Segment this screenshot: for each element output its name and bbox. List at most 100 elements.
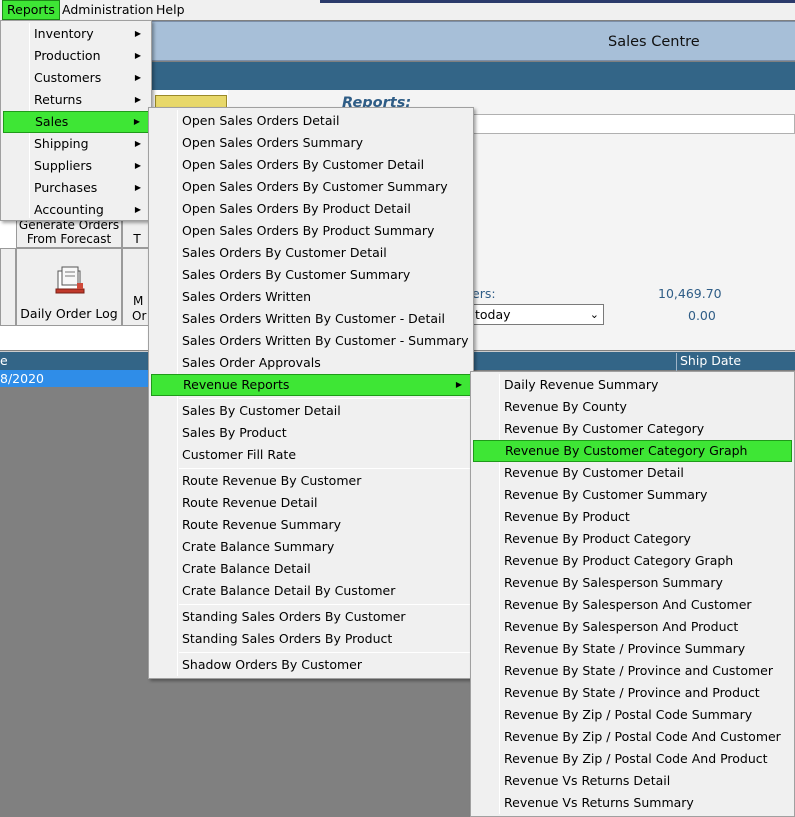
menu-item-standing-sales-orders-by-product[interactable]: Standing Sales Orders By Product [151, 628, 471, 650]
submenu-arrow-icon: ▶ [134, 139, 141, 148]
stat-label: ers: [472, 286, 496, 301]
menu-item-label: Revenue By State / Province and Product [504, 685, 760, 700]
menu-item-label: Route Revenue Summary [182, 517, 342, 532]
menu-item-label: Revenue By Salesperson Summary [504, 575, 723, 590]
menu-item-label: Open Sales Orders By Product Summary [182, 223, 435, 238]
menu-item-label: Revenue By Zip / Postal Code And Product [504, 751, 768, 766]
menu-item-production[interactable]: Production ▶ [3, 45, 149, 67]
menu-item-sales-orders-written-by-customer-detail[interactable]: Sales Orders Written By Customer - Detai… [151, 308, 471, 330]
menu-item-label: Shadow Orders By Customer [182, 657, 362, 672]
menu-item-label: Revenue By Product Category Graph [504, 553, 734, 568]
menu-item-label: Revenue Vs Returns Detail [504, 773, 671, 788]
menu-item-suppliers[interactable]: Suppliers ▶ [3, 155, 149, 177]
menu-item-open-sales-orders-by-customer-summary[interactable]: Open Sales Orders By Customer Summary [151, 176, 471, 198]
menu-item-revenue-by-salesperson-summary[interactable]: Revenue By Salesperson Summary [473, 572, 792, 594]
menu-help[interactable]: Help [152, 0, 189, 20]
menu-bar-accent [320, 0, 795, 3]
menu-item-revenue-by-customer-summary[interactable]: Revenue By Customer Summary [473, 484, 792, 506]
menu-item-label: Sales Orders By Customer Summary [182, 267, 411, 282]
menu-item-route-revenue-by-customer[interactable]: Route Revenue By Customer [151, 470, 471, 492]
menu-item-sales-by-product[interactable]: Sales By Product [151, 422, 471, 444]
grid-col-ship-date[interactable]: Ship Date [676, 353, 795, 371]
menu-item-sales[interactable]: Sales ▶ [3, 111, 149, 133]
menu-item-open-sales-orders-by-customer-detail[interactable]: Open Sales Orders By Customer Detail [151, 154, 471, 176]
menu-item-revenue-vs-returns-summary[interactable]: Revenue Vs Returns Summary [473, 792, 792, 814]
menu-item-sales-orders-written[interactable]: Sales Orders Written [151, 286, 471, 308]
menu-item-revenue-by-product-category-graph[interactable]: Revenue By Product Category Graph [473, 550, 792, 572]
menu-item-crate-balance-detail[interactable]: Crate Balance Detail [151, 558, 471, 580]
menu-item-customers[interactable]: Customers ▶ [3, 67, 149, 89]
menu-item-revenue-by-customer-detail[interactable]: Revenue By Customer Detail [473, 462, 792, 484]
menu-item-label: Suppliers [34, 158, 93, 173]
menu-item-revenue-by-state-province-and-product[interactable]: Revenue By State / Province and Product [473, 682, 792, 704]
menu-item-revenue-by-state-province-and-customer[interactable]: Revenue By State / Province and Customer [473, 660, 792, 682]
menu-item-sales-orders-written-by-customer-summary[interactable]: Sales Orders Written By Customer - Summa… [151, 330, 471, 352]
or-fragment: Or [132, 309, 147, 323]
menu-item-shipping[interactable]: Shipping ▶ [3, 133, 149, 155]
menu-item-inventory[interactable]: Inventory ▶ [3, 23, 149, 45]
menu-item-revenue-by-customer-category-graph[interactable]: Revenue By Customer Category Graph [473, 440, 792, 462]
menu-bar: Reports Administration Help [0, 0, 795, 20]
menu-item-label: Sales Order Approvals [182, 355, 321, 370]
menu-item-customer-fill-rate[interactable]: Customer Fill Rate [151, 444, 471, 466]
menu-item-label: Crate Balance Detail By Customer [182, 583, 396, 598]
menu-administration[interactable]: Administration [58, 0, 157, 20]
menu-item-revenue-by-product-category[interactable]: Revenue By Product Category [473, 528, 792, 550]
menu-item-revenue-reports[interactable]: Revenue Reports ▶ [151, 374, 471, 396]
menu-item-revenue-by-zip-postal-code-and-customer[interactable]: Revenue By Zip / Postal Code And Custome… [473, 726, 792, 748]
menu-item-purchases[interactable]: Purchases ▶ [3, 177, 149, 199]
menu-item-revenue-by-state-province-summary[interactable]: Revenue By State / Province Summary [473, 638, 792, 660]
menu-item-revenue-by-salesperson-and-customer[interactable]: Revenue By Salesperson And Customer [473, 594, 792, 616]
date-range-select[interactable]: today ⌄ [466, 304, 604, 325]
menu-item-crate-balance-summary[interactable]: Crate Balance Summary [151, 536, 471, 558]
grid-col-fragment[interactable]: e [0, 353, 8, 368]
menu-item-sales-orders-by-customer-summary[interactable]: Sales Orders By Customer Summary [151, 264, 471, 286]
menu-item-sales-by-customer-detail[interactable]: Sales By Customer Detail [151, 400, 471, 422]
menu-item-revenue-by-customer-category[interactable]: Revenue By Customer Category [473, 418, 792, 440]
menu-item-route-revenue-detail[interactable]: Route Revenue Detail [151, 492, 471, 514]
table-row[interactable]: 8/2020 [0, 370, 150, 387]
menu-item-label: Revenue By Customer Summary [504, 487, 708, 502]
menu-item-label: Open Sales Orders By Product Detail [182, 201, 411, 216]
menu-item-label: Sales Orders Written By Customer - Detai… [182, 311, 445, 326]
menu-separator [179, 604, 471, 605]
daily-order-log-icon [55, 266, 85, 294]
menu-item-standing-sales-orders-by-customer[interactable]: Standing Sales Orders By Customer [151, 606, 471, 628]
menu-item-label: Revenue By Product [504, 509, 630, 524]
menu-item-open-sales-orders-detail[interactable]: Open Sales Orders Detail [151, 110, 471, 132]
menu-item-label: Open Sales Orders By Customer Summary [182, 179, 448, 194]
menu-item-daily-revenue-summary[interactable]: Daily Revenue Summary [473, 374, 792, 396]
menu-reports[interactable]: Reports [2, 0, 60, 20]
left-button[interactable] [0, 248, 16, 326]
menu-item-label: Sales Orders Written By Customer - Summa… [182, 333, 469, 348]
menu-item-revenue-by-zip-postal-code-and-product[interactable]: Revenue By Zip / Postal Code And Product [473, 748, 792, 770]
menu-item-label: Sales By Customer Detail [182, 403, 341, 418]
menu-item-revenue-by-county[interactable]: Revenue By County [473, 396, 792, 418]
menu-item-sales-order-approvals[interactable]: Sales Order Approvals [151, 352, 471, 374]
menu-item-label: Standing Sales Orders By Customer [182, 609, 406, 624]
menu-item-accounting[interactable]: Accounting ▶ [3, 199, 149, 221]
submenu-arrow-icon: ▶ [134, 29, 141, 38]
date-range-value: today [475, 307, 511, 322]
menu-item-revenue-by-salesperson-and-product[interactable]: Revenue By Salesperson And Product [473, 616, 792, 638]
menu-item-route-revenue-summary[interactable]: Route Revenue Summary [151, 514, 471, 536]
menu-item-shadow-orders-by-customer[interactable]: Shadow Orders By Customer [151, 654, 471, 676]
row-date: 8/2020 [0, 371, 44, 386]
menu-item-crate-balance-detail-by-customer[interactable]: Crate Balance Detail By Customer [151, 580, 471, 602]
menu-item-label: Route Revenue By Customer [182, 473, 362, 488]
menu-item-revenue-by-zip-postal-code-summary[interactable]: Revenue By Zip / Postal Code Summary [473, 704, 792, 726]
submenu-arrow-icon: ▶ [455, 380, 462, 389]
menu-item-sales-orders-by-customer-detail[interactable]: Sales Orders By Customer Detail [151, 242, 471, 264]
menu-item-open-sales-orders-by-product-summary[interactable]: Open Sales Orders By Product Summary [151, 220, 471, 242]
menu-item-returns[interactable]: Returns ▶ [3, 89, 149, 111]
menu-item-open-sales-orders-summary[interactable]: Open Sales Orders Summary [151, 132, 471, 154]
menu-item-open-sales-orders-by-product-detail[interactable]: Open Sales Orders By Product Detail [151, 198, 471, 220]
menu-item-label: Revenue By Salesperson And Product [504, 619, 739, 634]
menu-item-label: Returns [34, 92, 82, 107]
menu-item-revenue-vs-returns-detail[interactable]: Revenue Vs Returns Detail [473, 770, 792, 792]
menu-item-revenue-by-product[interactable]: Revenue By Product [473, 506, 792, 528]
menu-item-label: Revenue By Customer Category Graph [505, 443, 748, 458]
daily-order-log-button[interactable]: Daily Order Log [16, 248, 122, 326]
app-title: Sales Centre [608, 34, 700, 50]
menu-item-label: Production [34, 48, 101, 63]
